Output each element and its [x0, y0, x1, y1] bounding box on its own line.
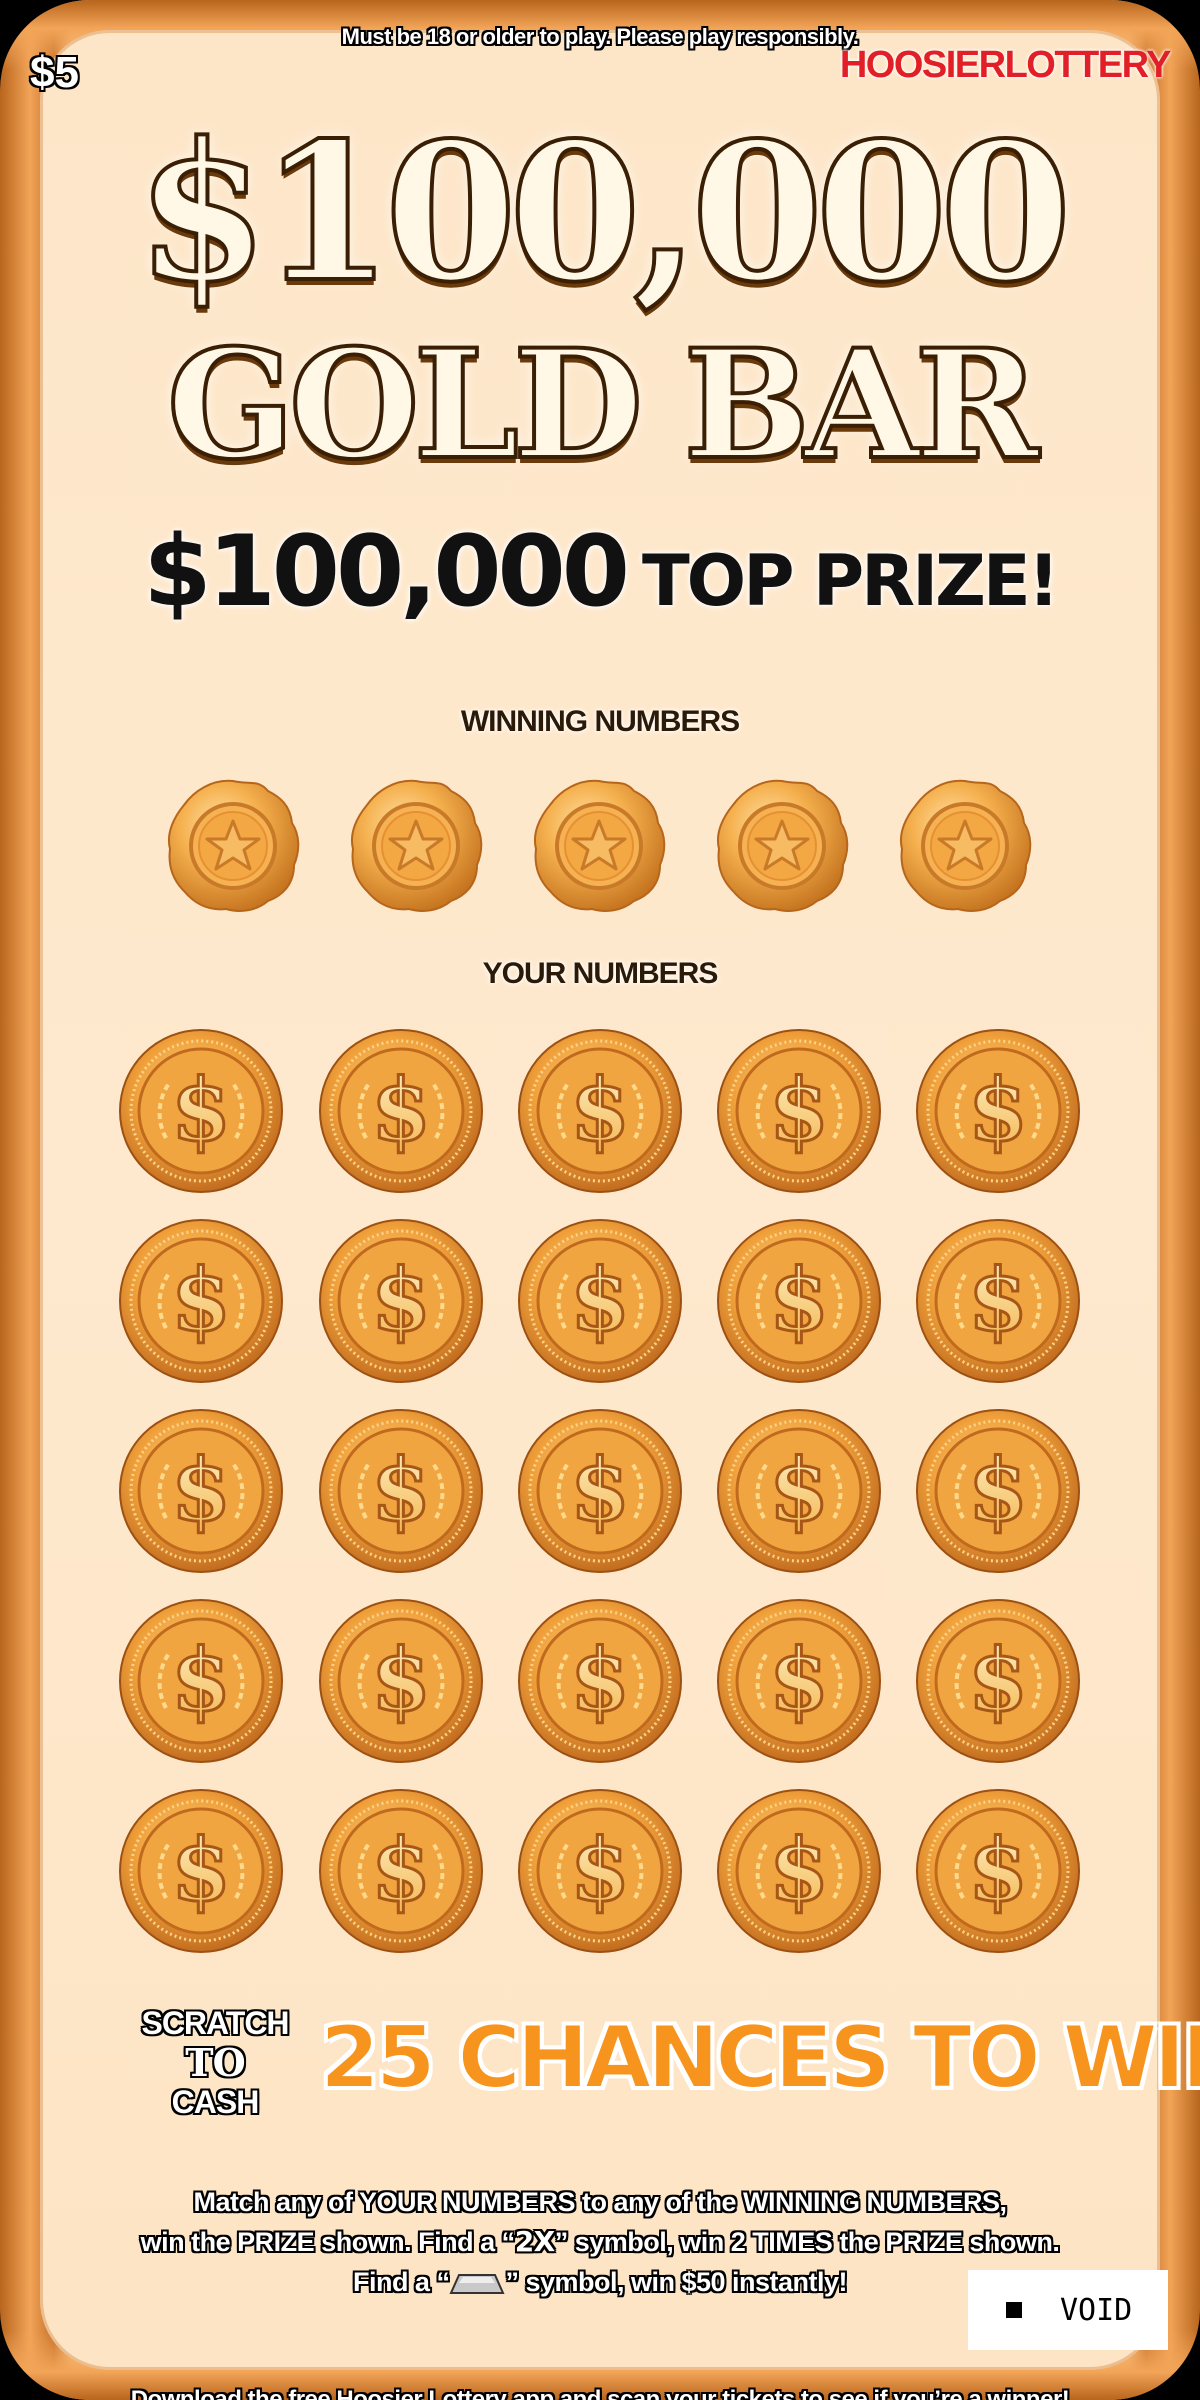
- hoosier-lottery-logo: HOOSIERLOTTERY: [839, 44, 1172, 87]
- twox-symbol: 2X: [514, 2225, 556, 2258]
- winning-number-seal-icon[interactable]: [345, 775, 487, 917]
- instructions-line2a: win the PRIZE shown. Find a “: [140, 2227, 516, 2257]
- instructions-line3a: Find a “: [352, 2267, 450, 2297]
- logo-part2: LOTTERY: [1004, 44, 1172, 86]
- winning-numbers-label: WINNING NUMBERS: [460, 705, 740, 738]
- your-number-coin-icon[interactable]: $: [716, 1218, 882, 1384]
- chances-to-win: 25 CHANCES TO WIN!: [319, 2007, 1200, 2109]
- svg-text:$: $: [968, 1440, 1028, 1541]
- stc-line1: SCRATCH: [141, 2005, 289, 2041]
- stc-line2: TO: [185, 2040, 245, 2085]
- svg-text:$: $: [769, 1250, 829, 1351]
- top-prize-label: TOP PRIZE!: [641, 540, 1060, 622]
- svg-text:$: $: [968, 1820, 1028, 1921]
- your-number-coin-icon[interactable]: $: [318, 1218, 484, 1384]
- your-number-coin-icon[interactable]: $: [915, 1598, 1081, 1764]
- svg-text:$: $: [968, 1060, 1028, 1161]
- game-title-line2: GOLD BAR: [165, 317, 1041, 493]
- instructions-line1: Match any of YOUR NUMBERS to any of the …: [193, 2187, 1007, 2217]
- svg-text:$: $: [171, 1440, 231, 1541]
- void-label: VOID: [1060, 2292, 1133, 2328]
- svg-text:$: $: [570, 1060, 630, 1161]
- winning-number-seal-icon[interactable]: [528, 775, 670, 917]
- your-number-coin-icon[interactable]: $: [118, 1408, 284, 1574]
- your-number-coin-icon[interactable]: $: [118, 1218, 284, 1384]
- svg-text:$: $: [171, 1820, 231, 1921]
- download-note: Download the free Hoosier Lottery app an…: [130, 2386, 1070, 2400]
- winning-number-seal-icon[interactable]: [162, 775, 304, 917]
- your-number-coin-icon[interactable]: $: [517, 1788, 683, 1954]
- instructions-line2: win the PRIZE shown. Find a “2X” symbol,…: [60, 2222, 1140, 2262]
- your-number-coin-icon[interactable]: $: [915, 1218, 1081, 1384]
- logo-part1: HOOSIER: [839, 44, 1006, 86]
- winning-number-seal-icon[interactable]: [711, 775, 853, 917]
- void-square-icon: [1006, 2302, 1022, 2318]
- instructions-line2b: ” symbol, win 2 TIMES the PRIZE shown.: [554, 2227, 1060, 2257]
- svg-text:$: $: [769, 1820, 829, 1921]
- svg-text:$: $: [171, 1250, 231, 1351]
- your-number-coin-icon[interactable]: $: [915, 1408, 1081, 1574]
- game-title-line1: $100,000: [134, 101, 1074, 324]
- your-number-coin-icon[interactable]: $: [915, 1788, 1081, 1954]
- svg-text:$: $: [570, 1250, 630, 1351]
- svg-text:$: $: [769, 1440, 829, 1541]
- your-number-coin-icon[interactable]: $: [318, 1408, 484, 1574]
- your-number-coin-icon[interactable]: $: [716, 1408, 882, 1574]
- void-box: VOID: [968, 2270, 1168, 2350]
- instructions-line3b: ” symbol, win $50 instantly!: [505, 2267, 848, 2297]
- your-number-coin-icon[interactable]: $: [915, 1028, 1081, 1194]
- your-number-coin-icon[interactable]: $: [517, 1598, 683, 1764]
- your-number-coin-icon[interactable]: $: [118, 1028, 284, 1194]
- your-number-coin-icon[interactable]: $: [118, 1598, 284, 1764]
- svg-text:$: $: [371, 1440, 431, 1541]
- your-number-coin-icon[interactable]: $: [716, 1598, 882, 1764]
- top-prize: $100,000 TOP PRIZE!: [0, 515, 1200, 629]
- svg-text:$: $: [769, 1630, 829, 1731]
- svg-text:$: $: [968, 1250, 1028, 1351]
- stc-line3: CASH: [171, 2084, 260, 2120]
- svg-text:$: $: [570, 1630, 630, 1731]
- svg-text:$: $: [171, 1630, 231, 1731]
- svg-text:$: $: [371, 1250, 431, 1351]
- ticket-price: $5: [30, 48, 79, 97]
- your-number-coin-icon[interactable]: $: [517, 1218, 683, 1384]
- your-number-coin-icon[interactable]: $: [318, 1598, 484, 1764]
- your-numbers-label: YOUR NUMBERS: [482, 957, 719, 990]
- svg-text:$: $: [371, 1630, 431, 1731]
- svg-text:$: $: [371, 1820, 431, 1921]
- your-number-coin-icon[interactable]: $: [716, 1788, 882, 1954]
- svg-text:$: $: [570, 1820, 630, 1921]
- svg-text:$: $: [371, 1060, 431, 1161]
- gold-bar-icon: [449, 2273, 505, 2294]
- svg-text:$: $: [570, 1440, 630, 1541]
- winning-number-seal-icon[interactable]: [894, 775, 1036, 917]
- your-number-coin-icon[interactable]: $: [716, 1028, 882, 1194]
- scratch-to-cash-badge: SCRATCH TO CASH: [140, 2006, 290, 2119]
- svg-text:$: $: [769, 1060, 829, 1161]
- scratch-ticket: Must be 18 or older to play. Please play…: [0, 0, 1200, 2400]
- your-number-coin-icon[interactable]: $: [318, 1028, 484, 1194]
- your-number-coin-icon[interactable]: $: [517, 1408, 683, 1574]
- top-prize-amount: $100,000: [143, 515, 630, 629]
- your-number-coin-icon[interactable]: $: [318, 1788, 484, 1954]
- svg-text:$: $: [968, 1630, 1028, 1731]
- your-number-coin-icon[interactable]: $: [118, 1788, 284, 1954]
- your-number-coin-icon[interactable]: $: [517, 1028, 683, 1194]
- svg-text:$: $: [171, 1060, 231, 1161]
